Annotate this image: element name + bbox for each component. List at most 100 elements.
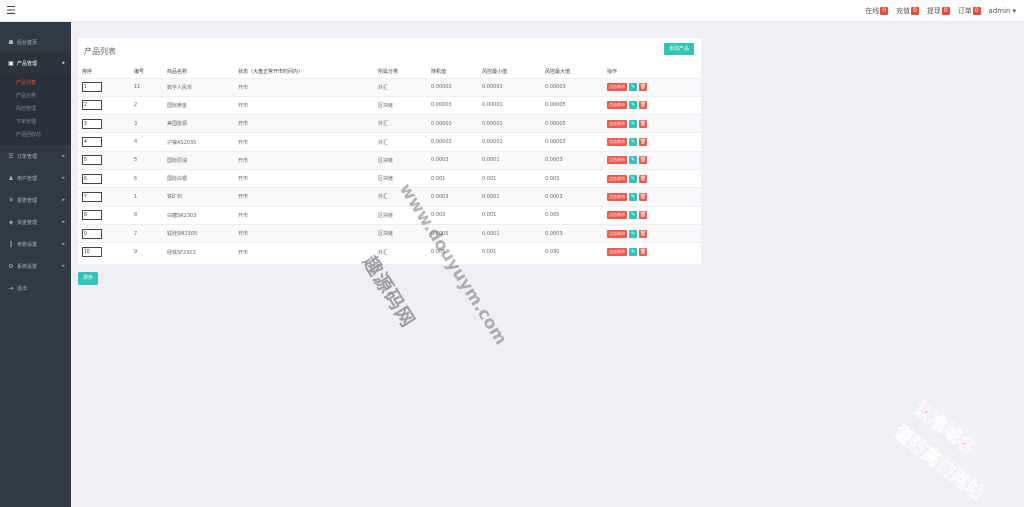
submenu-item-risk-control[interactable]: 风控管理	[0, 102, 71, 115]
category-cell: 区块链	[374, 150, 427, 170]
sort-cell	[78, 187, 130, 207]
random-cell: 0.001	[427, 168, 478, 188]
sidebar-item-funds[interactable]: ◈ 资金管理 ▸	[0, 211, 71, 233]
submenu-item-product-category[interactable]: 产品分类	[0, 89, 71, 102]
status-cell: 开市	[234, 242, 374, 261]
ops-cell: 点击休市 ✎ 🗑	[603, 242, 701, 261]
sort-input[interactable]	[82, 155, 102, 166]
sort-input[interactable]	[82, 100, 102, 111]
recharge-indicator[interactable]: 充值 0	[896, 6, 919, 16]
sort-input[interactable]	[82, 247, 102, 258]
sort-input[interactable]	[82, 173, 102, 184]
edit-icon[interactable]: ✎	[629, 211, 637, 220]
risk-max-cell: 0.0003	[541, 187, 603, 207]
edit-icon[interactable]: ✎	[629, 192, 637, 201]
edit-icon[interactable]: ✎	[629, 119, 637, 128]
submenu-item-product-recycle[interactable]: 产品回收站	[0, 128, 71, 141]
sort-cell	[78, 150, 130, 170]
recharge-badge: 0	[911, 7, 919, 15]
close-market-button[interactable]: 点击休市	[607, 119, 627, 128]
order-indicator[interactable]: 订单 0	[958, 6, 981, 16]
delete-icon[interactable]: 🗑	[639, 192, 647, 201]
chevron-right-icon: ▸	[62, 175, 65, 181]
submenu-item-product-list[interactable]: 产品列表	[0, 76, 71, 89]
sidebar-item-users[interactable]: ♟ 用户管理 ▸	[0, 167, 71, 189]
col-name: 商品名称	[167, 68, 188, 75]
category-cell: 区块链	[374, 223, 427, 243]
close-market-button[interactable]: 点击休市	[607, 101, 627, 110]
status-cell: 开市	[234, 150, 374, 170]
chevron-right-icon: ▸	[62, 153, 65, 159]
chevron-down-icon: ▾	[1012, 7, 1016, 15]
close-market-button[interactable]: 点击休市	[607, 211, 627, 220]
edit-icon[interactable]: ✎	[629, 101, 637, 110]
category-cell: 外汇	[374, 242, 427, 261]
risk-max-cell: 0.005	[541, 205, 603, 225]
sidebar-item-orders[interactable]: ☰ 订单管理 ▸	[0, 145, 71, 167]
edit-icon[interactable]: ✎	[629, 248, 637, 257]
ops-cell: 点击休市 ✎ 🗑	[603, 95, 701, 115]
yen-icon: ¥	[9, 196, 13, 204]
delete-icon[interactable]: 🗑	[639, 211, 647, 220]
risk-min-cell: 0.001	[478, 205, 541, 225]
sidebar-item-products[interactable]: ▣ 产品管理 ▸	[0, 52, 71, 74]
col-ops: 操作	[607, 68, 618, 75]
delete-icon[interactable]: 🗑	[639, 174, 647, 183]
sort-input[interactable]	[82, 82, 102, 93]
sort-input[interactable]	[82, 191, 102, 202]
submenu-item-order-control[interactable]: 下单管理	[0, 115, 71, 128]
edit-icon[interactable]: ✎	[629, 229, 637, 238]
delete-icon[interactable]: 🗑	[639, 101, 647, 110]
sidebar-item-dashboard[interactable]: ☗ 后台首页	[0, 32, 71, 52]
edit-icon[interactable]: ✎	[629, 138, 637, 147]
sidebar-item-reports[interactable]: ¥ 报表管理 ▸	[0, 189, 71, 211]
close-market-button[interactable]: 点击休市	[607, 156, 627, 165]
sidebar-item-logout[interactable]: ⇥ 退出	[0, 277, 71, 299]
sort-input[interactable]	[82, 228, 102, 239]
close-market-button[interactable]: 点击休市	[607, 192, 627, 201]
sidebar-item-params[interactable]: ‖ 参数设置 ▸	[0, 233, 71, 255]
sort-button[interactable]: 排序	[78, 272, 99, 285]
delete-icon[interactable]: 🗑	[639, 229, 647, 238]
online-indicator[interactable]: 在线 0	[865, 6, 889, 16]
category-cell: 外汇	[374, 187, 427, 207]
sort-input[interactable]	[82, 118, 102, 129]
sort-cell	[78, 95, 130, 115]
close-market-button[interactable]: 点击休市	[607, 229, 627, 238]
name-cell: 沪镍AS2035	[163, 132, 234, 152]
close-market-button[interactable]: 点击休市	[607, 83, 627, 92]
sort-cell	[78, 132, 130, 152]
edit-icon[interactable]: ✎	[629, 83, 637, 92]
edit-icon[interactable]: ✎	[629, 156, 637, 165]
category-cell: 区块链	[374, 168, 427, 188]
close-market-button[interactable]: 点击休市	[607, 174, 627, 183]
product-submenu: 产品列表 产品分类 风控管理 下单管理 产品回收站	[0, 74, 71, 145]
random-cell: 0.00003	[427, 132, 478, 152]
delete-icon[interactable]: 🗑	[639, 119, 647, 128]
name-cell: 锰硅SM2305	[163, 223, 234, 243]
sidebar-item-system[interactable]: ⚙ 系统设置 ▸	[0, 255, 71, 277]
col-sort: 排序	[82, 68, 93, 75]
risk-max-cell: 0.003	[541, 168, 603, 188]
close-market-button[interactable]: 点击休市	[607, 248, 627, 257]
risk-min-cell: 0.00001	[478, 132, 541, 152]
sort-cell	[78, 242, 130, 261]
add-product-button[interactable]: 添加产品	[663, 43, 694, 55]
order-badge: 0	[972, 7, 981, 15]
delete-icon[interactable]: 🗑	[639, 83, 647, 92]
withdraw-indicator[interactable]: 提现 0	[927, 6, 950, 16]
close-market-button[interactable]: 点击休市	[607, 138, 627, 147]
edit-icon[interactable]: ✎	[629, 174, 637, 183]
table-row: 5国际原油开市区块链0.00030.00010.0003点击休市✎🗑	[78, 150, 701, 170]
product-icon: ▣	[8, 59, 14, 67]
user-menu[interactable]: admin ▾	[989, 7, 1016, 15]
delete-icon[interactable]: 🗑	[639, 138, 647, 147]
delete-icon[interactable]: 🗑	[639, 248, 647, 257]
sort-input[interactable]	[82, 210, 102, 221]
sort-input[interactable]	[82, 137, 102, 148]
risk-max-cell: 0.030	[541, 242, 603, 261]
hamburger-icon[interactable]: ☰	[6, 4, 16, 18]
delete-icon[interactable]: 🗑	[639, 156, 647, 165]
random-cell: 0.0003	[427, 187, 478, 207]
status-cell: 开市	[234, 168, 374, 188]
